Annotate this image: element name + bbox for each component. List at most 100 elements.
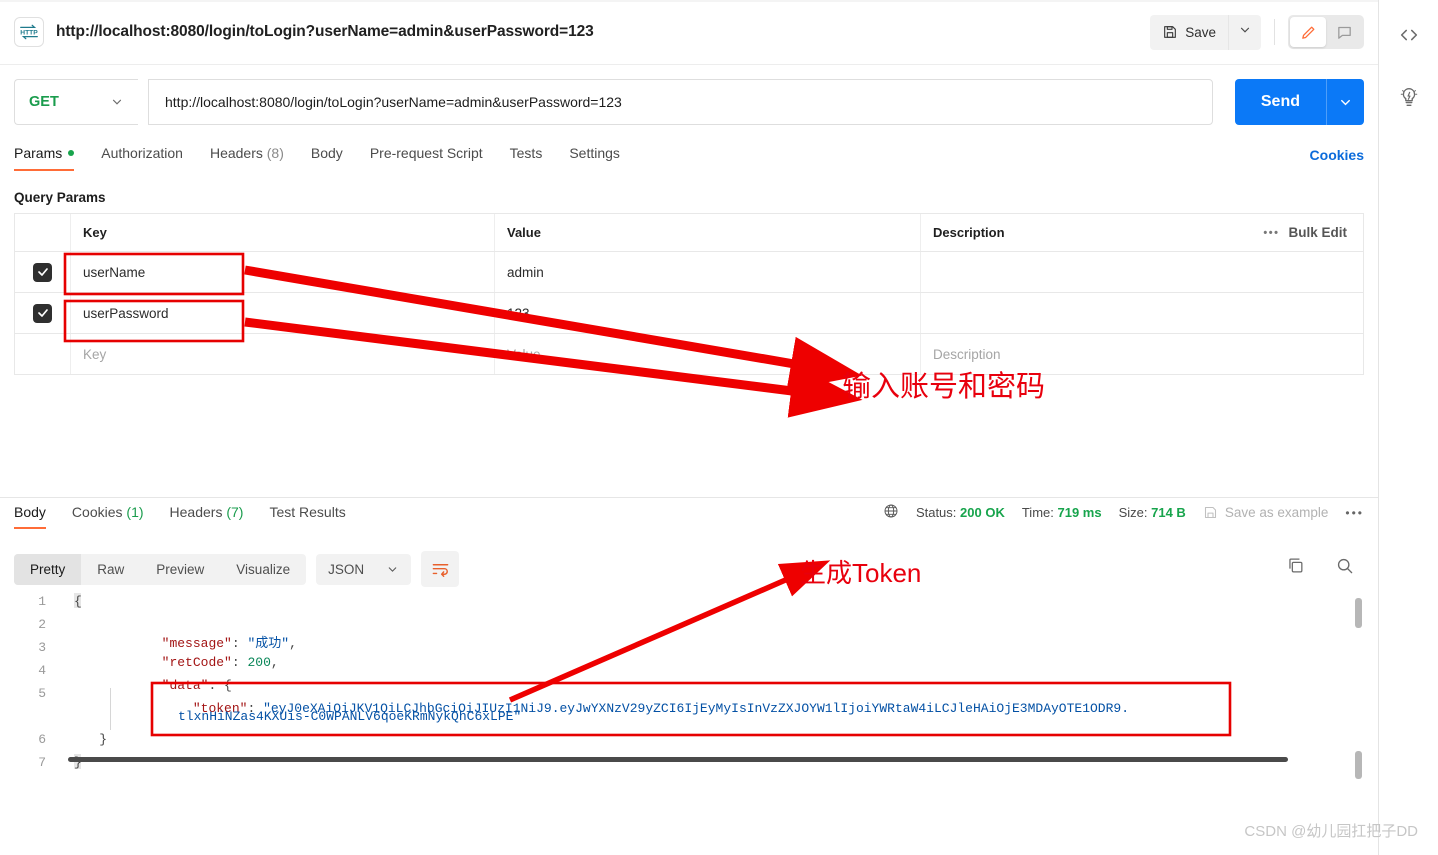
cookies-link[interactable]: Cookies — [1310, 147, 1364, 163]
floppy-disk-icon — [1204, 506, 1216, 519]
row-value-input[interactable]: admin — [495, 252, 921, 292]
row-checkbox[interactable] — [33, 303, 52, 323]
tab-params[interactable]: Params — [14, 139, 75, 171]
chevron-down-icon — [112, 99, 122, 105]
send-group: Send — [1234, 79, 1364, 125]
comment-mode-button[interactable] — [1326, 17, 1362, 47]
params-modified-dot — [68, 150, 75, 156]
save-options-caret[interactable] — [1228, 14, 1261, 50]
body-vertical-scrollbar[interactable] — [1355, 596, 1362, 779]
response-tab-test-results[interactable]: Test Results — [269, 504, 345, 529]
save-group: Save — [1150, 14, 1261, 50]
body-view-visualize[interactable]: Visualize — [220, 554, 306, 585]
body-view-raw[interactable]: Raw — [81, 554, 140, 585]
lightbulb-bolt-icon[interactable] — [1392, 80, 1426, 114]
row-description-input[interactable] — [921, 293, 1363, 333]
edit-mode-button[interactable] — [1290, 17, 1326, 47]
scrollbar-thumb-bottom[interactable] — [1355, 751, 1362, 779]
save-as-example-button[interactable]: Save as example — [1203, 505, 1328, 520]
query-params-table: Key Value Description ••• Bulk Edit user… — [14, 213, 1364, 375]
query-params-title: Query Params — [14, 190, 106, 205]
token-value-line-2: tlxnHiNZas4KXUis-C0WPANLV6qoeKRmNykQhC6x… — [178, 709, 522, 724]
scrollbar-thumb-top[interactable] — [1355, 598, 1362, 628]
status-value: 200 OK — [960, 505, 1005, 520]
body-view-pretty[interactable]: Pretty — [14, 553, 82, 585]
word-wrap-button[interactable] — [421, 551, 460, 587]
body-view-segmented: Pretty Raw Preview Visualize — [14, 553, 307, 585]
ellipsis-icon[interactable]: ••• — [1263, 227, 1279, 239]
copy-icon[interactable] — [1286, 556, 1305, 580]
tab-body[interactable]: Body — [311, 139, 343, 170]
response-tab-headers-count: (7) — [226, 504, 244, 520]
pencil-icon — [1301, 26, 1314, 39]
size-label: Size: — [1118, 505, 1148, 520]
send-options-caret[interactable] — [1326, 79, 1364, 125]
search-icon[interactable] — [1335, 556, 1354, 580]
response-tab-cookies-count: (1) — [126, 504, 144, 520]
header-divider — [1274, 19, 1275, 45]
tab-headers-label: Headers — [209, 145, 263, 161]
response-more-icon[interactable]: ••• — [1345, 506, 1364, 520]
size-value: 714 B — [1151, 505, 1186, 520]
header-value: Value — [495, 214, 921, 251]
body-format-selector[interactable]: JSON — [316, 553, 412, 585]
request-header: HTTP http://localhost:8080/login/toLogin… — [0, 0, 1378, 65]
comment-icon — [1337, 26, 1351, 39]
row-key-input[interactable]: userPassword — [71, 293, 495, 333]
header-description: Description — [933, 225, 1005, 240]
method-selector[interactable]: GET — [14, 79, 138, 125]
table-row: userName admin — [15, 252, 1363, 293]
body-view-preview[interactable]: Preview — [140, 554, 220, 585]
request-tab-bar: Params Authorization Headers (8) Body Pr… — [0, 139, 1378, 171]
word-wrap-icon — [432, 563, 448, 577]
response-meta: Status: 200 OK Time: 719 ms Size: 714 B … — [883, 503, 1364, 530]
send-button[interactable]: Send — [1234, 79, 1326, 125]
empty-value-input[interactable]: Value — [495, 334, 921, 374]
body-view-toolbar: Pretty Raw Preview Visualize JSON — [14, 551, 460, 587]
view-mode-group — [1288, 15, 1364, 49]
row-key-input[interactable]: userName — [71, 252, 495, 292]
body-format-label: JSON — [328, 561, 365, 577]
line-number: 2 — [38, 617, 46, 632]
tab-headers[interactable]: Headers (8) — [210, 139, 284, 170]
bulk-edit-group: ••• Bulk Edit — [1263, 225, 1351, 240]
chevron-down-icon — [388, 566, 397, 572]
save-button-label: Save — [1185, 24, 1216, 40]
bulk-edit-button[interactable]: Bulk Edit — [1288, 225, 1347, 240]
table-row: userPassword 123 — [15, 293, 1363, 334]
tab-authorization[interactable]: Authorization — [101, 139, 183, 170]
code-gutter: 1 2 3 4 5 6 7 — [0, 592, 62, 782]
line-number: 6 — [38, 732, 46, 747]
size-badge: Size: 714 B — [1119, 505, 1186, 520]
save-button[interactable]: Save — [1150, 16, 1228, 48]
row-description-input[interactable] — [921, 252, 1363, 292]
line-number: 4 — [38, 663, 46, 678]
row-checkbox-cell — [15, 293, 71, 333]
response-tab-body[interactable]: Body — [14, 504, 46, 529]
scrollbar-thumb-h[interactable] — [68, 757, 1288, 762]
url-input[interactable]: http://localhost:8080/login/toLogin?user… — [148, 79, 1213, 125]
status-label: Status: — [915, 505, 957, 520]
response-body-code[interactable]: 1 2 3 4 5 6 7 { "message": "成功", "retCod… — [0, 592, 1378, 782]
http-protocol-icon: HTTP — [14, 17, 44, 47]
postman-window: HTTP http://localhost:8080/login/toLogin… — [0, 0, 1438, 855]
header-description-cell: Description ••• Bulk Edit — [921, 214, 1363, 251]
right-rail — [1378, 0, 1438, 855]
empty-key-input[interactable]: Key — [71, 334, 495, 374]
empty-description-input[interactable]: Description — [921, 334, 1363, 374]
request-title: http://localhost:8080/login/toLogin?user… — [56, 23, 594, 40]
tab-params-label: Params — [14, 145, 63, 161]
tab-settings[interactable]: Settings — [569, 139, 620, 170]
svg-text:HTTP: HTTP — [20, 29, 38, 36]
line-number: 7 — [38, 755, 46, 770]
body-horizontal-scrollbar[interactable] — [68, 757, 1353, 763]
tab-tests[interactable]: Tests — [510, 139, 543, 170]
code-brackets-icon[interactable] — [1392, 18, 1426, 52]
tab-pre-request-script[interactable]: Pre-request Script — [370, 139, 483, 170]
row-checkbox[interactable] — [33, 262, 52, 282]
response-tab-headers[interactable]: Headers (7) — [170, 504, 244, 529]
code-line-1: { — [74, 594, 82, 609]
table-header-row: Key Value Description ••• Bulk Edit — [15, 214, 1363, 252]
row-value-input[interactable]: 123 — [495, 293, 921, 333]
response-tab-cookies[interactable]: Cookies (1) — [72, 504, 144, 529]
